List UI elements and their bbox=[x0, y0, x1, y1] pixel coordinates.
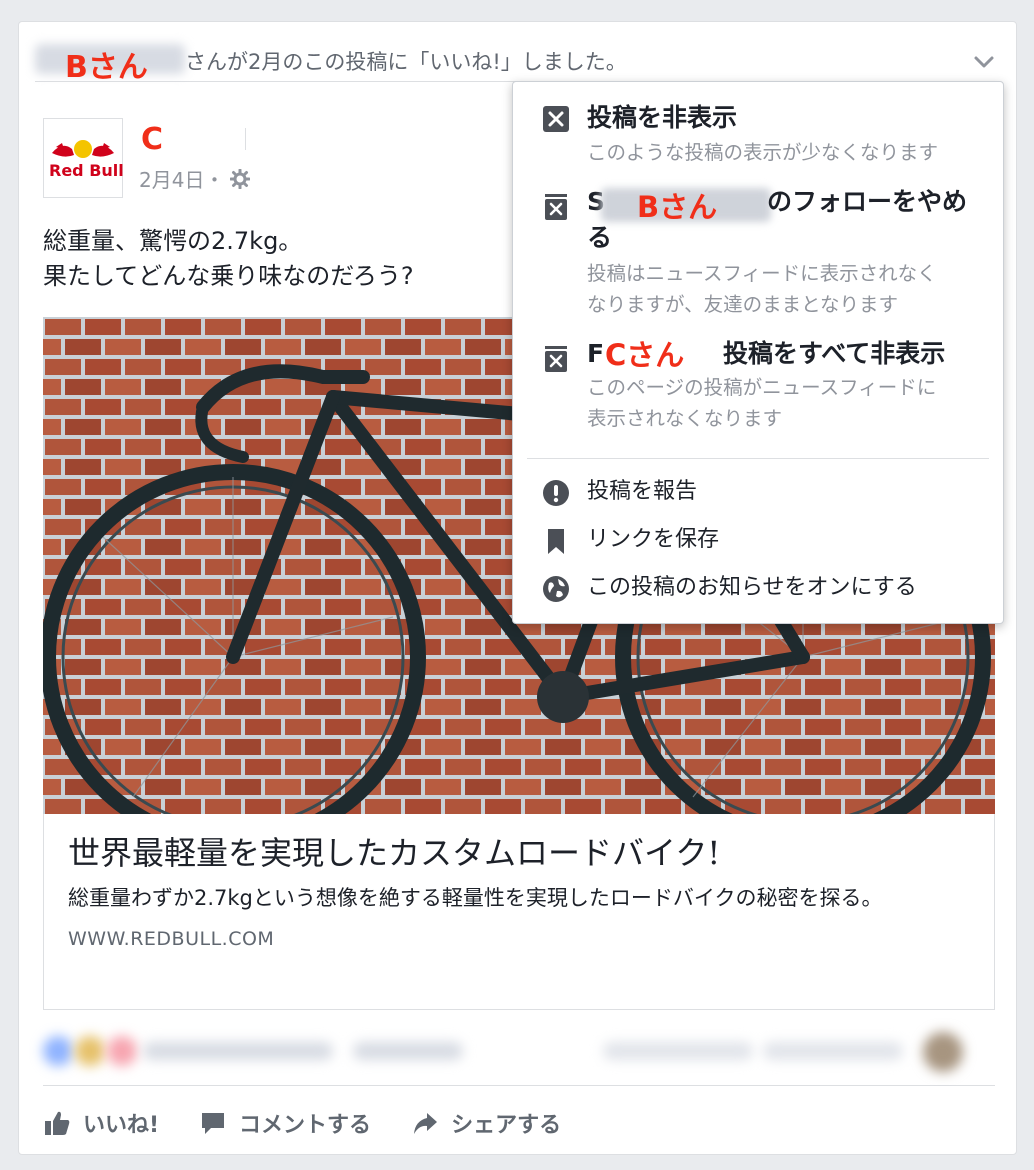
link-description: 総重量わずか2.7kgという想像を絶する軽量性を実現したロードバイクの秘密を探る… bbox=[68, 886, 883, 910]
like-button[interactable]: いいね! bbox=[43, 1107, 159, 1139]
bookmark-icon bbox=[548, 529, 564, 554]
menu-unfollow[interactable]: S Bさん のフォローをやめ る 投稿はニュースフィードに表示されなく なります… bbox=[541, 184, 983, 324]
reaction-blob bbox=[763, 1042, 903, 1060]
reaction-blob bbox=[75, 1036, 105, 1066]
hide-all-sub-1: このページの投稿がニュースフィードに bbox=[587, 376, 937, 399]
actor-name-tag[interactable]: Bさん bbox=[65, 42, 148, 86]
hide-all-title: 投稿をすべて非表示 bbox=[723, 339, 946, 368]
share-icon bbox=[414, 1113, 438, 1134]
thumbs-up-icon bbox=[45, 1111, 70, 1135]
reaction-blob bbox=[353, 1042, 463, 1060]
page-name[interactable]: C bbox=[141, 122, 163, 157]
comment-icon bbox=[202, 1113, 225, 1134]
header-divider bbox=[245, 128, 246, 150]
gear-icon bbox=[230, 168, 251, 189]
hide-post-sub: このような投稿の表示が少なくなります bbox=[587, 141, 939, 164]
close-box-icon bbox=[543, 106, 569, 132]
reaction-blob bbox=[143, 1042, 333, 1060]
post-date[interactable]: 2月4日・ bbox=[139, 164, 224, 193]
comment-button[interactable]: コメントする bbox=[199, 1107, 371, 1139]
chevron-down-icon[interactable] bbox=[970, 48, 998, 76]
reaction-blob bbox=[603, 1042, 753, 1060]
post-options-menu: 投稿を非表示 このような投稿の表示が少なくなります S Bさん のフォローをやめ… bbox=[512, 81, 1004, 624]
notify-label: この投稿のお知らせをオンにする bbox=[587, 575, 917, 600]
story-text: さんが2月のこの投稿に「いいね!」しました。 bbox=[185, 50, 627, 74]
reaction-blob bbox=[107, 1036, 137, 1066]
like-label: いいね! bbox=[83, 1113, 160, 1138]
globe-icon bbox=[543, 576, 569, 602]
reaction-blob bbox=[923, 1032, 963, 1072]
reactions-bar-blurred bbox=[43, 1010, 995, 1086]
post-line-1: 総重量、驚愕の2.7kg。 bbox=[43, 227, 303, 255]
unfollow-title-line2: る bbox=[587, 223, 613, 252]
logo-text: Red Bull bbox=[49, 161, 124, 180]
save-label: リンクを保存 bbox=[587, 527, 720, 552]
hide-all-prefix: F bbox=[587, 339, 605, 368]
story-header: Bさん さんが2月のこの投稿に「いいね!」しました。 bbox=[35, 36, 1000, 85]
comment-label: コメントする bbox=[239, 1113, 372, 1138]
menu-hide-all[interactable]: F Cさん 投稿をすべて非表示 このページの投稿がニュースフィードに 表示されな… bbox=[541, 336, 983, 436]
page-avatar[interactable]: Red Bull bbox=[43, 118, 124, 198]
reaction-blob bbox=[43, 1036, 73, 1066]
post-timestamp: 2月4日・ bbox=[139, 164, 251, 193]
link-domain: WWW.REDBULL.COM bbox=[68, 928, 275, 950]
link-preview[interactable]: 世界最軽量を実現したカスタムロードバイク! 総重量わずか2.7kgという想像を絶… bbox=[43, 814, 995, 1010]
menu-save-link[interactable]: リンクを保存 bbox=[541, 524, 983, 558]
link-title[interactable]: 世界最軽量を実現したカスタムロードバイク! bbox=[68, 832, 970, 874]
share-button[interactable]: シェアする bbox=[411, 1107, 561, 1139]
hide-all-icon bbox=[545, 346, 567, 372]
hide-all-name-tag: Cさん bbox=[605, 338, 685, 372]
post-line-2: 果たしてどんな乗り味なのだろう? bbox=[43, 262, 414, 290]
hide-post-title: 投稿を非表示 bbox=[587, 103, 738, 132]
hide-all-sub-2: 表示されなくなります bbox=[587, 407, 783, 430]
report-label: 投稿を報告 bbox=[587, 479, 698, 504]
unfollow-sub-2: なりますが、友達のままとなります bbox=[587, 293, 899, 316]
red-bull-logo bbox=[52, 140, 114, 158]
menu-notifications[interactable]: この投稿のお知らせをオンにする bbox=[541, 572, 983, 606]
warning-icon bbox=[543, 480, 569, 506]
unfollow-title: のフォローをやめ bbox=[767, 187, 968, 216]
menu-report[interactable]: 投稿を報告 bbox=[541, 476, 983, 510]
unfollow-sub-1: 投稿はニュースフィードに表示されなく bbox=[587, 262, 937, 285]
unfollow-name-tag: Bさん bbox=[637, 190, 718, 224]
share-label: シェアする bbox=[451, 1113, 562, 1138]
unfollow-icon bbox=[545, 194, 567, 220]
action-bar: いいね! コメントする シェアする bbox=[43, 1100, 995, 1146]
menu-hide-post[interactable]: 投稿を非表示 このような投稿の表示が少なくなります bbox=[541, 100, 983, 170]
menu-divider bbox=[527, 458, 989, 459]
post-message: 総重量、驚愕の2.7kg。 果たしてどんな乗り味なのだろう? bbox=[43, 224, 414, 294]
